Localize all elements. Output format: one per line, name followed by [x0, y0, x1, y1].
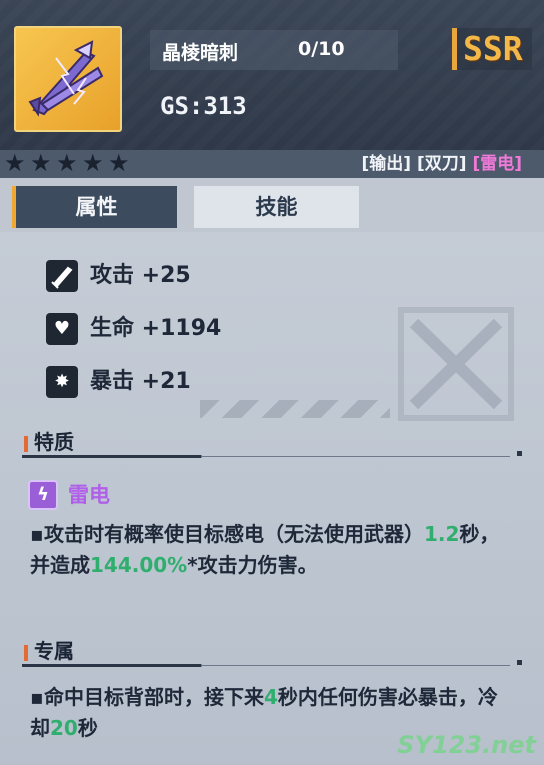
- exclusive-text-c: 秒: [77, 716, 98, 740]
- weapon-thumbnail: [14, 26, 122, 132]
- trait-duration: 1.2: [424, 522, 460, 546]
- section-marker: [24, 645, 28, 661]
- sword-icon: [46, 260, 78, 292]
- tab-attributes[interactable]: 属性: [12, 186, 177, 228]
- tag-role: [输出]: [361, 154, 412, 174]
- stat-health: 生命 +1194: [90, 316, 222, 341]
- item-title-bar: 晶棱暗刺 0/10: [150, 30, 398, 70]
- detail-tabs: 属性 技能: [0, 178, 544, 232]
- trait-title: 特质: [34, 430, 74, 454]
- tab-skills[interactable]: 技能: [194, 186, 359, 228]
- star-icon: ★: [4, 149, 26, 177]
- exclusive-seconds: 4: [264, 685, 278, 709]
- trait-text-a: 攻击时有概率使目标感电（无法使用武器）: [44, 522, 424, 546]
- exclusive-section-header: 专属: [22, 637, 522, 667]
- bullet: ▪: [30, 522, 44, 546]
- crossed-swords-emblem: [398, 307, 514, 421]
- star-icon: ★: [30, 149, 52, 177]
- stat-attack: 攻击 +25: [90, 263, 191, 288]
- star-icon: ★: [82, 149, 104, 177]
- stat-crit: 暴击 +21: [90, 369, 191, 394]
- burst-icon: ✸: [46, 366, 78, 398]
- star-icon: ★: [108, 149, 130, 177]
- decorative-stripe: [200, 400, 390, 418]
- trait-description: ▪攻击时有概率使目标感电（无法使用武器）1.2秒，并造成144.00%*攻击力伤…: [30, 519, 500, 581]
- tag-element: [雷电]: [472, 154, 522, 174]
- weapon-tags: [输出] [双刀] [雷电]: [362, 152, 522, 176]
- exclusive-text-a: 命中目标背部时，接下来: [44, 685, 264, 709]
- star-rating-bar: ★ ★ ★ ★ ★ [输出] [双刀] [雷电]: [0, 150, 544, 178]
- lightning-icon: ϟ: [28, 480, 58, 510]
- crossed-swords-icon: [409, 318, 503, 410]
- gear-score: GS:313: [160, 92, 247, 120]
- trait-section-header: 特质: [22, 428, 522, 458]
- section-divider: [22, 664, 520, 667]
- weapon-level: 0/10: [298, 38, 345, 60]
- bullet: ▪: [30, 685, 44, 709]
- weapon-name: 晶棱暗刺: [162, 42, 239, 64]
- trait-damage: 144.00%: [90, 553, 188, 577]
- tag-weapon-type: [双刀]: [416, 154, 467, 174]
- exclusive-cooldown: 20: [50, 716, 78, 740]
- section-marker: [24, 436, 28, 452]
- rarity-badge: SSR: [452, 28, 532, 70]
- site-watermark: SY123.net: [397, 731, 536, 759]
- exclusive-title: 专属: [34, 639, 74, 663]
- element-name: 雷电: [68, 483, 110, 507]
- section-divider: [22, 455, 520, 458]
- heart-icon: ♥: [46, 313, 78, 345]
- section-divider-dot: [517, 451, 522, 456]
- attributes-panel: 攻击 +25 ♥ 生命 +1194 ✸ 暴击 +21 特质 ϟ 雷电 ▪攻击时有…: [0, 232, 544, 765]
- section-divider-dot: [517, 660, 522, 665]
- dual-blade-icon: [28, 40, 104, 117]
- trait-text-c: *攻击力伤害。: [187, 553, 318, 577]
- star-icon: ★: [56, 149, 78, 177]
